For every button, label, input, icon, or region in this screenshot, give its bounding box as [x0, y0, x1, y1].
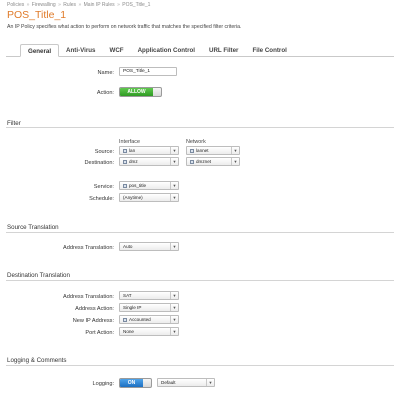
source-label: Source:	[94, 149, 114, 155]
destination-network-value: dmznet	[196, 159, 212, 164]
log-target-value: Default	[161, 380, 176, 385]
tab-file-control[interactable]: File Control	[245, 44, 293, 57]
breadcrumb-separator: »	[117, 2, 120, 8]
destination-translation-heading: Destination Translation	[7, 272, 70, 279]
port-action-select[interactable]: None ▼	[119, 327, 179, 336]
destination-interface-value: dmz	[129, 159, 138, 164]
address-object-icon	[123, 317, 127, 322]
filter-heading: Filter	[7, 120, 21, 127]
network-column-header: Network	[186, 139, 206, 145]
chevron-down-icon: ▼	[170, 158, 178, 165]
chevron-down-icon: ▼	[170, 316, 178, 323]
service-icon	[123, 183, 127, 188]
source-network-value: lannet	[196, 148, 209, 153]
breadcrumb: Policies » Firewalling » Rules » Main IP…	[7, 2, 150, 8]
chevron-down-icon: ▼	[231, 147, 239, 154]
source-address-translation-label: Address Translation:	[63, 245, 114, 251]
tab-bar: General Anti-Virus WCF Application Contr…	[20, 44, 294, 57]
action-toggle[interactable]: ALLOW	[119, 87, 162, 97]
address-action-label: Address Action:	[75, 306, 114, 312]
service-select[interactable]: pos_title ▼	[119, 181, 179, 190]
logging-toggle-value: ON	[120, 379, 143, 387]
logging-divider	[6, 365, 394, 366]
schedule-value: (Anytime)	[123, 195, 143, 200]
chevron-down-icon: ▼	[170, 243, 178, 250]
address-action-select[interactable]: Single IP ▼	[119, 303, 179, 312]
chevron-down-icon: ▼	[170, 194, 178, 201]
schedule-select[interactable]: (Anytime) ▼	[119, 193, 179, 202]
dest-address-translation-label: Address Translation:	[63, 294, 114, 300]
dest-address-translation-select[interactable]: SAT ▼	[119, 291, 179, 300]
chevron-down-icon: ▼	[170, 328, 178, 335]
interface-icon	[123, 159, 127, 164]
schedule-label: Schedule:	[89, 196, 114, 202]
source-address-translation-select[interactable]: Auto ▼	[119, 242, 179, 251]
chevron-down-icon: ▼	[170, 292, 178, 299]
destination-label: Destination:	[84, 160, 114, 166]
tab-url-filter[interactable]: URL Filter	[202, 44, 245, 57]
action-label: Action:	[96, 90, 114, 96]
tab-anti-virus[interactable]: Anti-Virus	[59, 44, 102, 57]
dest-address-translation-value: SAT	[123, 293, 132, 298]
breadcrumb-separator: »	[58, 2, 61, 8]
port-action-label: Port Action:	[85, 330, 114, 336]
breadcrumb-firewalling[interactable]: Firewalling	[32, 2, 56, 8]
network-icon	[190, 148, 194, 153]
chevron-down-icon: ▼	[231, 158, 239, 165]
breadcrumb-separator: »	[78, 2, 82, 8]
breadcrumb-main-ip-rules[interactable]: Main IP Rules	[84, 2, 115, 8]
chevron-down-icon: ▼	[170, 182, 178, 189]
new-ip-label: New IP Address:	[72, 318, 114, 324]
page-title: POS_Title_1	[7, 9, 67, 21]
chevron-down-icon: ▼	[170, 147, 178, 154]
port-action-value: None	[123, 329, 134, 334]
destination-network-select[interactable]: dmznet ▼	[186, 157, 240, 166]
filter-divider	[6, 127, 394, 128]
destination-translation-divider	[6, 280, 394, 281]
new-ip-value: Accounted	[129, 317, 151, 322]
logging-heading: Logging & Comments	[7, 357, 67, 364]
interface-icon	[123, 148, 127, 153]
logging-toggle[interactable]: ON	[119, 378, 152, 388]
interface-column-header: Interface	[119, 139, 140, 145]
source-interface-value: lan	[129, 148, 136, 153]
service-value: pos_title	[129, 183, 147, 188]
source-translation-heading: Source Translation	[7, 224, 59, 231]
logging-label: Logging:	[92, 381, 114, 387]
tab-application-control[interactable]: Application Control	[131, 44, 202, 57]
name-label: Name:	[97, 70, 114, 76]
breadcrumb-policies[interactable]: Policies	[7, 2, 24, 8]
action-toggle-value: ALLOW	[120, 88, 153, 96]
destination-interface-select[interactable]: dmz ▼	[119, 157, 179, 166]
tab-wcf[interactable]: WCF	[103, 44, 131, 57]
new-ip-select[interactable]: Accounted ▼	[119, 315, 179, 324]
chevron-down-icon: ▼	[170, 304, 178, 311]
tab-general[interactable]: General	[20, 44, 60, 57]
log-target-select[interactable]: Default ▼	[157, 378, 215, 387]
page-description: An IP Policy specifies what action to pe…	[7, 24, 242, 30]
breadcrumb-separator: »	[26, 2, 30, 8]
chevron-down-icon: ▼	[206, 379, 214, 386]
source-interface-select[interactable]: lan ▼	[119, 146, 179, 155]
address-action-value: Single IP	[123, 305, 142, 310]
source-address-translation-value: Auto	[123, 244, 133, 249]
network-icon	[190, 159, 194, 164]
source-network-select[interactable]: lannet ▼	[186, 146, 240, 155]
breadcrumb-current: POS_Title_1	[122, 2, 151, 8]
breadcrumb-rules[interactable]: Rules	[63, 2, 76, 8]
source-translation-divider	[6, 232, 394, 233]
name-input[interactable]: POS_Title_1	[119, 67, 177, 76]
service-label: Service:	[93, 184, 114, 190]
